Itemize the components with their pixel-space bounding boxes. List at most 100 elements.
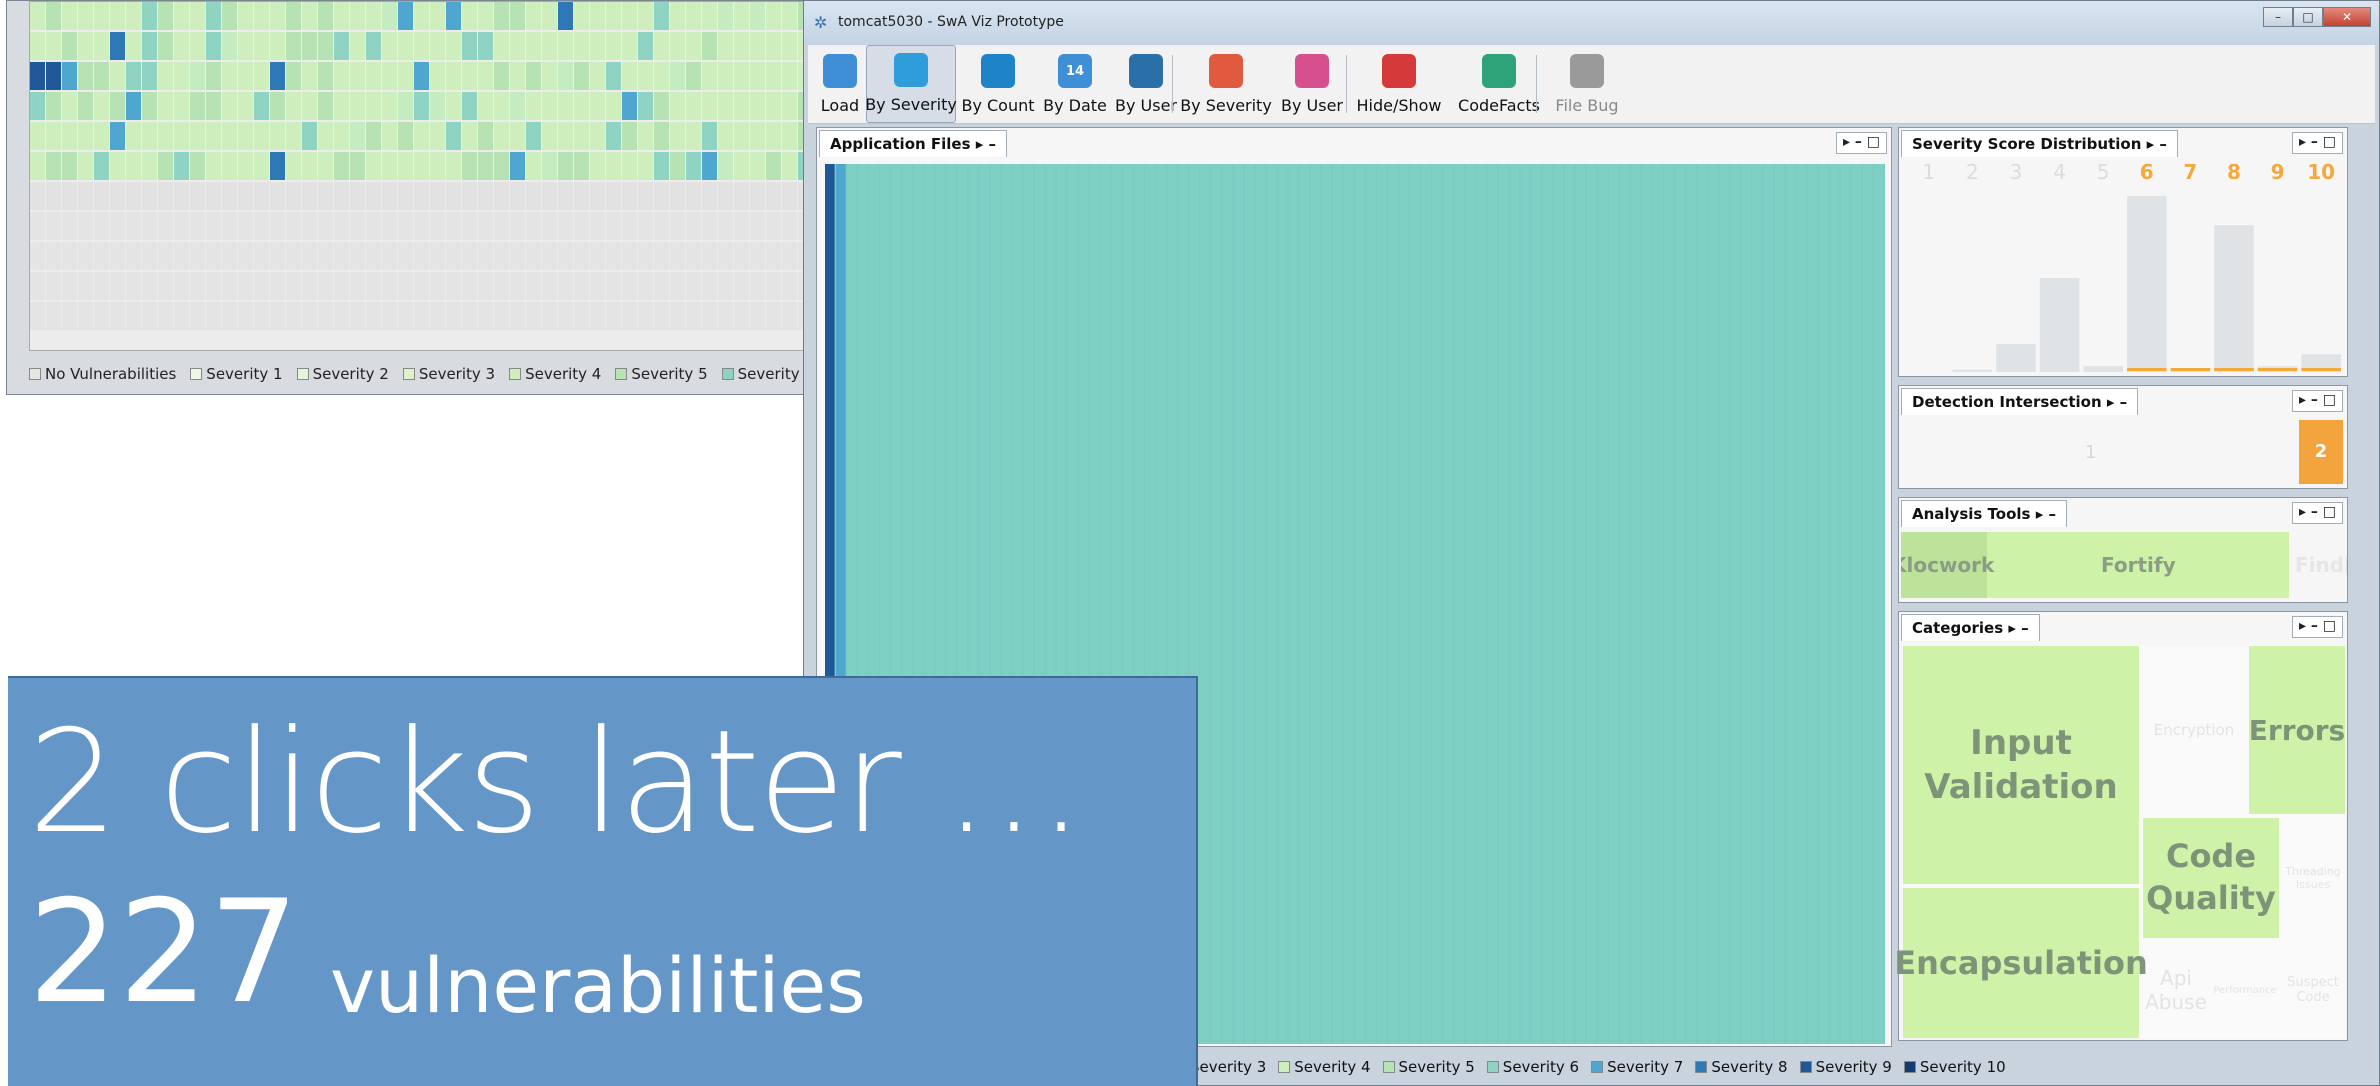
application-file-cell[interactable]	[1840, 164, 1851, 1044]
analysis-tools-tab[interactable]: Analysis Tools ▸ –	[1901, 500, 2067, 527]
application-file-cell[interactable]	[1873, 164, 1884, 1044]
panel-window-controls[interactable]: ▸ – □	[2291, 132, 2343, 154]
application-file-cell[interactable]	[1299, 164, 1310, 1044]
tool-findbugs[interactable]: Findbugs	[2289, 532, 2347, 598]
category-encryption[interactable]: Encryption	[2143, 646, 2245, 814]
application-file-cell[interactable]	[1575, 164, 1586, 1044]
application-file-cell[interactable]	[1719, 164, 1730, 1044]
category-errors[interactable]: Errors	[2249, 646, 2345, 814]
application-file-cell[interactable]	[1222, 164, 1233, 1044]
application-file-cell[interactable]	[1355, 164, 1365, 1044]
application-file-cell[interactable]	[1509, 164, 1520, 1044]
severity-distribution-tab[interactable]: Severity Score Distribution ▸ –	[1901, 130, 2178, 157]
application-file-cell[interactable]	[1421, 164, 1431, 1044]
detection-count-one[interactable]: 1	[2085, 442, 2096, 463]
application-file-cell[interactable]	[1774, 164, 1785, 1044]
minimize-button[interactable]: –	[2263, 7, 2293, 27]
application-file-cell[interactable]	[1233, 164, 1244, 1044]
application-file-cell[interactable]	[1807, 164, 1818, 1044]
category-performance[interactable]: Performance	[2211, 942, 2279, 1038]
toolbar-button-0[interactable]: Load	[816, 45, 864, 123]
toolbar-button-8[interactable]: CodeFacts	[1448, 45, 1550, 123]
toolbar-button-6[interactable]: By User	[1274, 45, 1350, 123]
application-file-cell[interactable]	[1620, 164, 1630, 1044]
toolbar-button-5[interactable]: By Severity	[1180, 45, 1272, 123]
category-encapsulation[interactable]: Encapsulation	[1894, 888, 2148, 1038]
application-file-cell[interactable]	[1564, 164, 1575, 1044]
category-api-abuse[interactable]: Api Abuse	[2143, 942, 2209, 1038]
application-file-cell[interactable]	[1266, 164, 1277, 1044]
application-files-tab[interactable]: Application Files ▸ –	[819, 130, 1008, 157]
toolbar-button-2[interactable]: By Count	[958, 45, 1038, 123]
toolbar-button-3[interactable]: 14 By Date	[1038, 45, 1112, 123]
application-file-cell[interactable]	[1310, 164, 1321, 1044]
application-file-cell[interactable]	[1741, 164, 1752, 1044]
application-file-cell[interactable]	[1454, 164, 1465, 1044]
severity-bar[interactable]	[1996, 344, 2036, 372]
application-file-cell[interactable]	[1321, 164, 1332, 1044]
severity-bar[interactable]	[2083, 366, 2123, 372]
panel-window-controls[interactable]: ▸ – □	[2291, 502, 2343, 524]
application-file-cell[interactable]	[1752, 164, 1763, 1044]
toolbar-button-9[interactable]: File Bug	[1552, 45, 1622, 123]
application-file-cell[interactable]	[1498, 164, 1509, 1044]
application-file-cell[interactable]	[1542, 164, 1553, 1044]
application-file-cell[interactable]	[1730, 164, 1741, 1044]
application-file-cell[interactable]	[1288, 164, 1299, 1044]
application-file-cell[interactable]	[1476, 164, 1487, 1044]
application-file-cell[interactable]	[1465, 164, 1476, 1044]
application-file-cell[interactable]	[1664, 164, 1674, 1044]
application-file-cell[interactable]	[1597, 164, 1608, 1044]
category-threading-issues[interactable]: Threading Issues	[2281, 818, 2345, 938]
severity-bar[interactable]	[1952, 369, 1993, 372]
detection-count-two[interactable]: 2	[2299, 420, 2343, 484]
application-file-cell[interactable]	[1675, 164, 1685, 1044]
tool-fortify[interactable]: Fortify	[2101, 532, 2176, 598]
application-file-cell[interactable]	[1332, 164, 1343, 1044]
application-file-cell[interactable]	[1653, 164, 1663, 1044]
category-input-validation[interactable]: Input Validation	[1903, 646, 2139, 884]
maximize-button[interactable]: □	[2293, 7, 2323, 27]
application-file-cell[interactable]	[1410, 164, 1420, 1044]
application-file-cell[interactable]	[1244, 164, 1255, 1044]
title-bar[interactable]: ✲ tomcat5030 - SwA Viz Prototype – □ ✕	[804, 1, 2379, 45]
application-file-cell[interactable]	[1443, 164, 1453, 1044]
toolbar-button-7[interactable]: Hide/Show	[1352, 45, 1446, 123]
application-file-cell[interactable]	[1255, 164, 1266, 1044]
application-file-cell[interactable]	[1388, 164, 1398, 1044]
application-file-cell[interactable]	[1862, 164, 1873, 1044]
application-file-cell[interactable]	[1432, 164, 1442, 1044]
severity-histogram[interactable]	[1907, 160, 2343, 372]
application-file-cell[interactable]	[1697, 164, 1707, 1044]
detection-intersection-tab[interactable]: Detection Intersection ▸ –	[1901, 388, 2139, 415]
category-suspect-code[interactable]: Suspect Code	[2281, 942, 2345, 1038]
application-file-cell[interactable]	[1366, 164, 1376, 1044]
application-file-cell[interactable]	[1277, 164, 1288, 1044]
application-file-cell[interactable]	[1851, 164, 1862, 1044]
severity-bar[interactable]	[2039, 278, 2080, 372]
toolbar-button-1[interactable]: By Severity	[865, 45, 957, 123]
application-file-cell[interactable]	[1399, 164, 1409, 1044]
application-file-cell[interactable]	[1487, 164, 1498, 1044]
application-file-cell[interactable]	[1343, 164, 1354, 1044]
application-file-cell[interactable]	[1708, 164, 1718, 1044]
tool-klocwork[interactable]: Klocwork	[1901, 532, 1994, 598]
application-file-cell[interactable]	[1553, 164, 1564, 1044]
panel-window-controls[interactable]: ▸ – □	[2291, 390, 2343, 412]
close-button[interactable]: ✕	[2323, 7, 2371, 27]
application-file-cell[interactable]	[1763, 164, 1774, 1044]
application-file-cell[interactable]	[1608, 164, 1619, 1044]
application-file-cell[interactable]	[1829, 164, 1840, 1044]
toolbar-button-4[interactable]: By User	[1114, 45, 1178, 123]
application-file-cell[interactable]	[1785, 164, 1796, 1044]
application-file-cell[interactable]	[1818, 164, 1829, 1044]
application-file-cell[interactable]	[1200, 164, 1211, 1044]
application-file-cell[interactable]	[1586, 164, 1597, 1044]
application-file-cell[interactable]	[1642, 164, 1652, 1044]
categories-tab[interactable]: Categories ▸ –	[1901, 614, 2040, 641]
severity-bar[interactable]	[2214, 225, 2254, 372]
application-file-cell[interactable]	[1531, 164, 1542, 1044]
application-file-cell[interactable]	[1686, 164, 1696, 1044]
application-file-cell[interactable]	[1796, 164, 1807, 1044]
panel-window-controls[interactable]: ▸ – □	[1835, 132, 1887, 154]
